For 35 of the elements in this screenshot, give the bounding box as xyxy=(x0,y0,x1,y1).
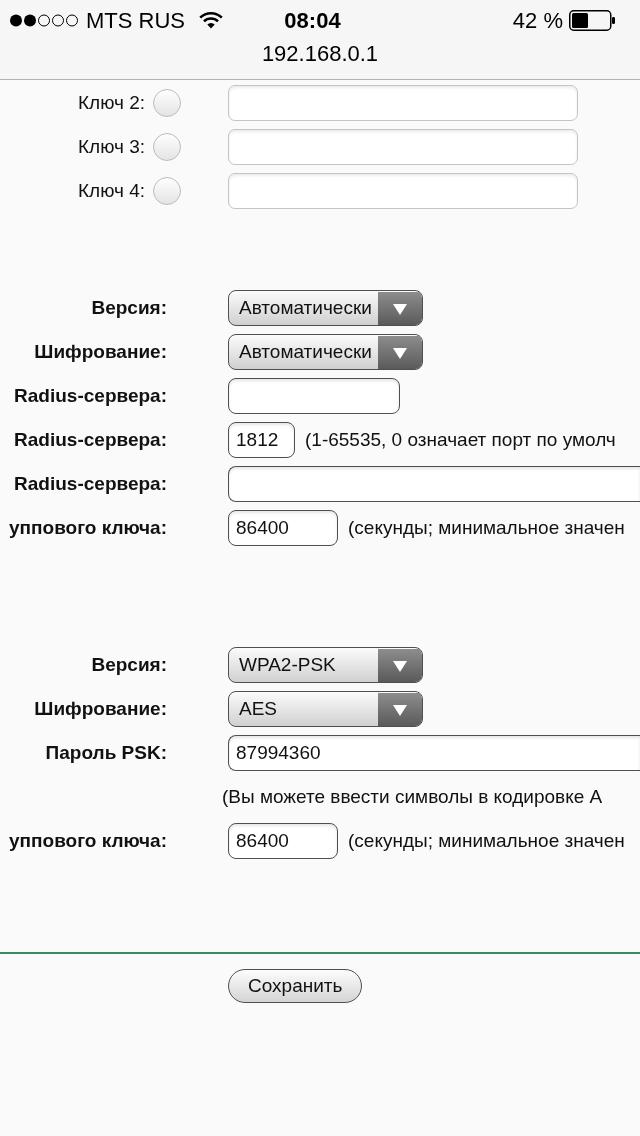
field-label: Шифрование: xyxy=(33,339,167,364)
wifi-icon xyxy=(199,11,223,29)
carrier-name: MTS RUS xyxy=(86,6,185,35)
hint-text: (секунды; минимальное значен xyxy=(348,515,625,540)
field-label: уппового ключа: xyxy=(8,515,167,540)
dropdown[interactable]: AES xyxy=(228,691,423,727)
field-label: Radius-сервера: xyxy=(13,427,167,452)
key-label: Ключ 4: xyxy=(77,178,145,203)
key-label: Ключ 2: xyxy=(77,90,145,115)
url-text[interactable]: 192.168.0.1 xyxy=(261,40,379,68)
signal-strength-icon xyxy=(10,13,78,27)
clock-time: 08:04 xyxy=(284,6,341,35)
field-label: Radius-сервера: xyxy=(13,471,167,496)
text-field[interactable] xyxy=(228,466,640,502)
battery-percentage: 42 % xyxy=(512,6,563,35)
text-field[interactable] xyxy=(228,378,400,414)
hint-text: (1-65535, 0 означает порт по умолч xyxy=(305,427,616,452)
field-label: Пароль PSK: xyxy=(44,740,167,765)
dropdown[interactable]: Автоматически xyxy=(228,290,423,326)
key-label: Ключ 3: xyxy=(77,134,145,159)
field-label: Шифрование: xyxy=(33,696,167,721)
field-label: Версия: xyxy=(90,652,167,677)
note-text: (Вы можете ввести символы в кодировке A xyxy=(222,784,603,809)
save-button[interactable]: Сохранить xyxy=(228,969,363,1003)
field-label: Версия: xyxy=(90,295,167,320)
field-label: уппового ключа: xyxy=(8,828,167,853)
text-field[interactable]: 86400 xyxy=(228,823,338,859)
text-field[interactable]: 87994360 xyxy=(228,735,640,771)
text-field[interactable]: 86400 xyxy=(228,510,338,546)
hint-text: (секунды; минимальное значен xyxy=(348,828,625,853)
dropdown[interactable]: Автоматически xyxy=(228,334,423,370)
text-field[interactable]: 1812 xyxy=(228,422,295,458)
field-label: Radius-сервера: xyxy=(13,383,167,408)
dropdown[interactable]: WPA2-PSK xyxy=(228,647,423,683)
battery-icon xyxy=(569,9,615,31)
